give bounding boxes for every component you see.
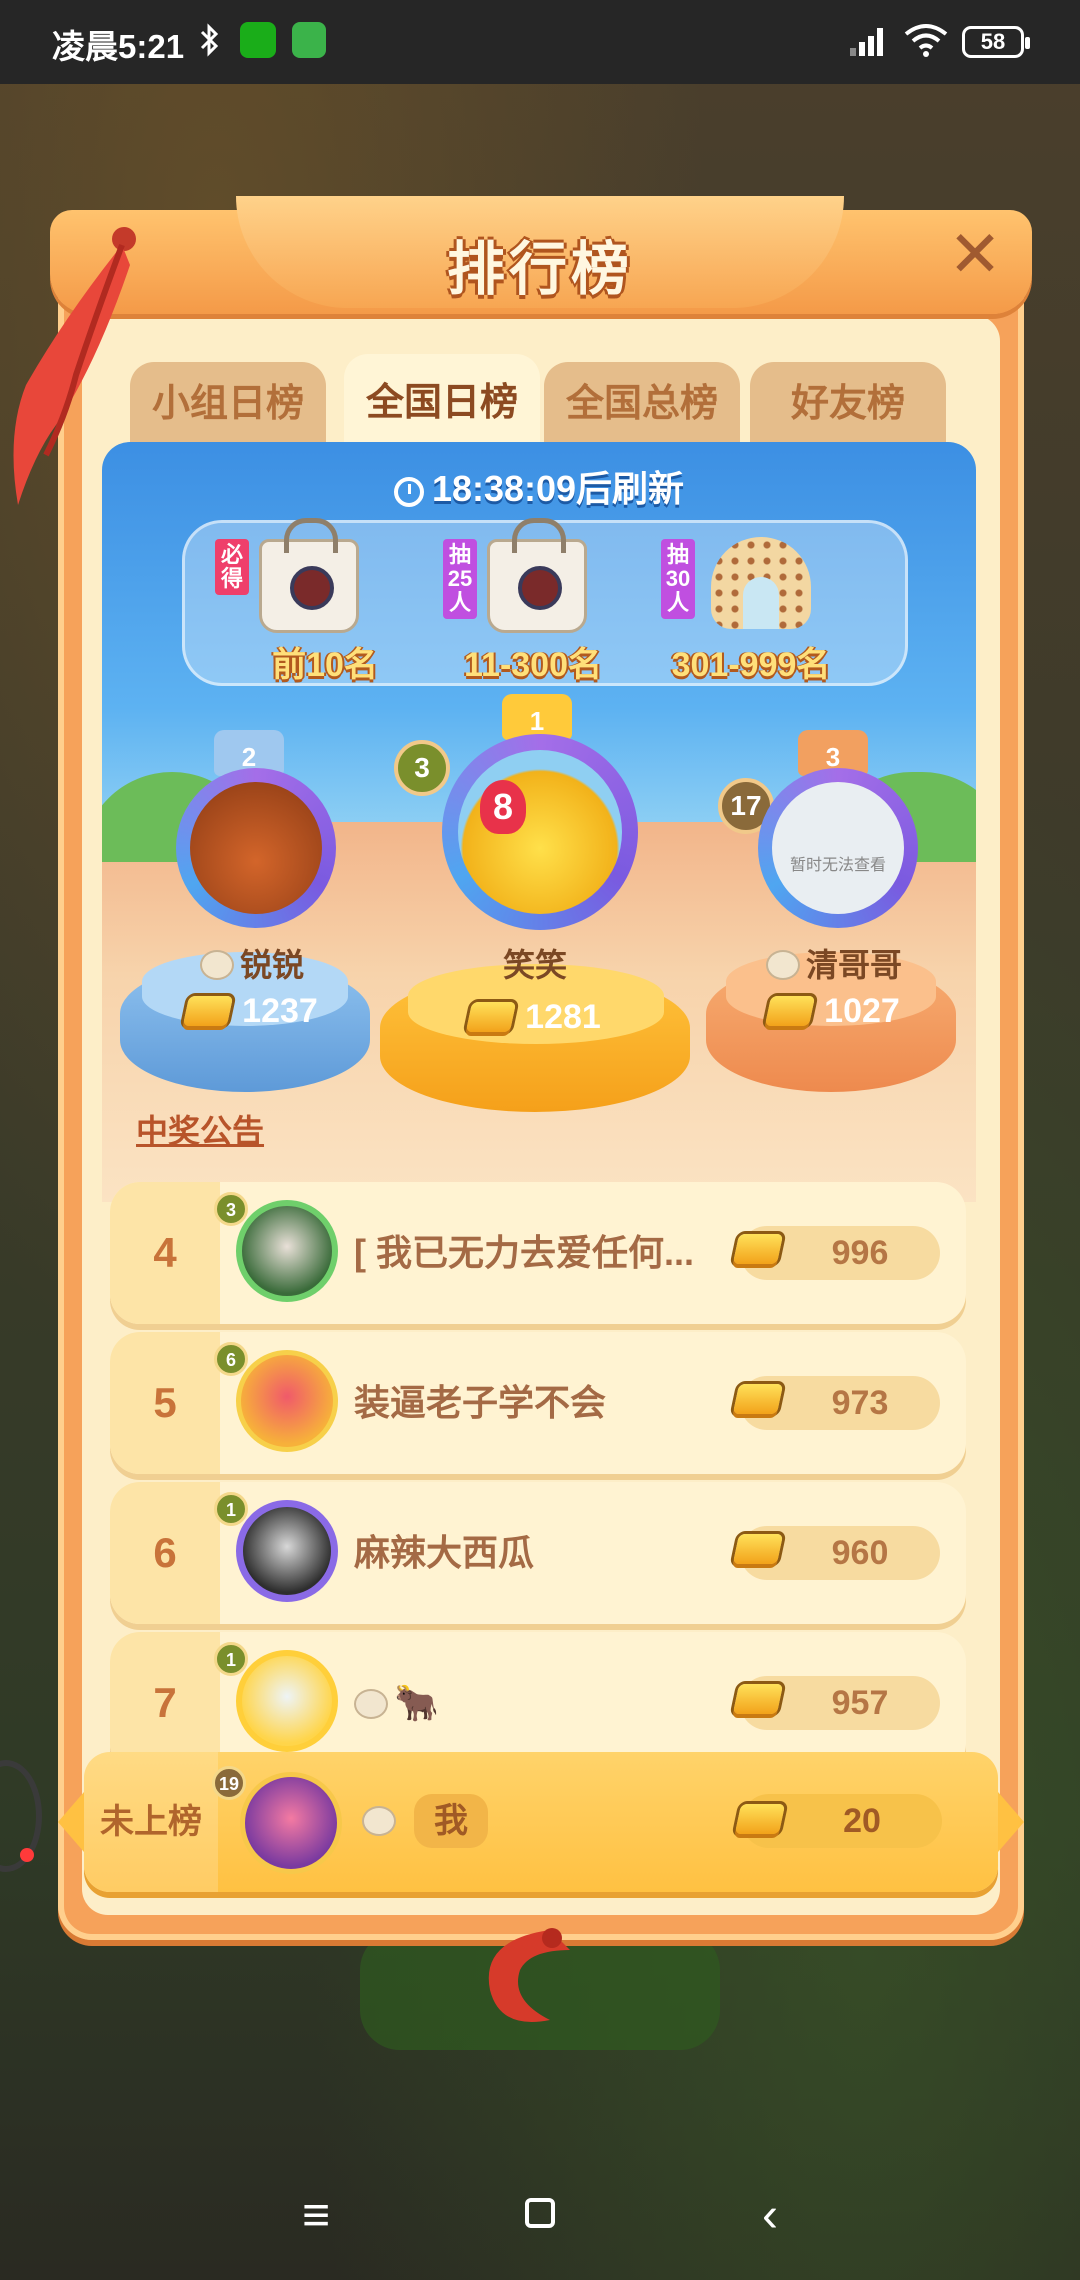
reward-label: 前10名 — [272, 646, 378, 684]
bear-avatar-icon — [190, 782, 322, 914]
app-icon — [292, 22, 326, 58]
name-text: 笑笑 — [502, 947, 567, 983]
my-name: 我 — [414, 1794, 488, 1848]
name-text: 清哥哥 — [805, 947, 902, 983]
podium-stage: 18:38:09后刷新 必得 前10名 抽25人 11-300名 抽30人 30… — [102, 442, 976, 1202]
tab-friends[interactable]: 好友榜 — [750, 362, 946, 448]
clock-icon — [393, 477, 424, 507]
level-badge: 6 — [214, 1342, 248, 1376]
wifi-icon — [904, 24, 948, 57]
rank-number: 6 — [110, 1482, 220, 1624]
wechat-icon — [240, 22, 276, 58]
avatar — [236, 1200, 338, 1302]
gold-icon — [764, 996, 816, 1026]
rabbit-icon — [765, 950, 800, 980]
status-time: 凌晨5:21 — [52, 28, 185, 65]
tab-group-daily[interactable]: 小组日榜 — [130, 362, 326, 448]
reward-label: 11-300名 — [464, 646, 602, 684]
avatar — [236, 1500, 338, 1602]
gold-icon — [465, 1002, 517, 1032]
rank-number: 4 — [110, 1182, 220, 1324]
tab-bar: 小组日榜 全国日榜 全国总榜 好友榜 — [130, 354, 950, 448]
podium-name: 清哥哥 — [724, 940, 944, 986]
score-text: 1027 — [824, 992, 900, 1030]
reward-label: 301-999名 — [671, 646, 831, 684]
ranking-row[interactable]: 4 3 [ 我已无力去爱任何... 996 — [110, 1182, 966, 1324]
name-text: 锐锐 — [239, 947, 304, 983]
avatar: 暂时无法查看 — [758, 768, 918, 928]
page-title: 排行榜 — [446, 237, 633, 302]
level-badge: 1 — [214, 1492, 248, 1526]
reward-banner: 必得 前10名 抽25人 11-300名 抽30人 301-999名 — [182, 518, 908, 686]
my-rank-label: 未上榜 — [84, 1752, 218, 1892]
podium-score: 1281 — [420, 998, 650, 1037]
refresh-timer: 18:38:09后刷新 — [102, 460, 976, 512]
ranking-row[interactable]: 5 6 装逼老子学不会 973 — [110, 1332, 966, 1474]
podium-score: 1027 — [724, 992, 944, 1031]
navigation-bar: ≡ ‹ — [0, 2160, 1080, 2280]
close-button[interactable]: ✕ — [940, 222, 1010, 292]
reward-top10[interactable]: 必得 前10名 — [215, 518, 425, 684]
back-icon[interactable]: ‹ — [740, 2186, 800, 2246]
refresh-text: 18:38:09后刷新 — [431, 468, 685, 509]
reward-301-999[interactable]: 抽30人 301-999名 — [661, 531, 871, 684]
bag-icon — [487, 518, 587, 633]
avatar-badge: 8 — [480, 780, 526, 834]
gold-icon — [732, 1684, 784, 1714]
gold-icon — [732, 1384, 784, 1414]
battery-icon: 58 — [962, 26, 1030, 58]
podium-score: 1237 — [142, 992, 362, 1031]
rabbit-icon — [362, 1806, 396, 1836]
avatar — [176, 768, 336, 928]
tab-national-daily[interactable]: 全国日榜 — [344, 354, 540, 448]
name-text: 🐂 — [394, 1682, 439, 1723]
reward-tag: 抽25人 — [443, 539, 477, 619]
score-text: 1281 — [525, 998, 601, 1036]
rank-number: 5 — [110, 1332, 220, 1474]
gold-icon — [732, 1534, 784, 1564]
bluetooth-icon — [200, 23, 219, 57]
winner-announcement-link[interactable]: 中奖公告 — [136, 1106, 264, 1152]
avatar — [236, 1650, 338, 1752]
status-bar: 凌晨5:21 58 — [0, 0, 1080, 84]
rabbit-icon — [354, 1689, 388, 1719]
score-text: 1237 — [242, 992, 318, 1030]
close-icon: ✕ — [948, 218, 1002, 290]
avatar — [236, 1350, 338, 1452]
avatar — [442, 734, 638, 930]
ribbon-decoration — [488, 1928, 570, 2022]
level-badge: 3 — [214, 1192, 248, 1226]
place-number: 1 — [529, 706, 545, 736]
gold-icon — [182, 996, 234, 1026]
my-ranking-row[interactable]: 未上榜 19 我 20 — [58, 1752, 1024, 1892]
avatar — [240, 1772, 342, 1874]
reward-tag: 抽30人 — [661, 539, 695, 619]
reward-tag: 必得 — [215, 539, 249, 595]
reward-11-300[interactable]: 抽25人 11-300名 — [443, 518, 653, 684]
gold-icon — [734, 1804, 786, 1834]
level-badge: 19 — [212, 1766, 246, 1800]
home-icon[interactable] — [510, 2186, 570, 2246]
ranking-row[interactable]: 6 1 麻辣大西瓜 960 — [110, 1482, 966, 1624]
level-badge: 3 — [394, 740, 450, 796]
chick-avatar-icon — [458, 750, 622, 914]
rabbit-icon — [199, 950, 234, 980]
signal-icon — [850, 28, 883, 56]
podium-name: 锐锐 — [142, 940, 362, 986]
podium-name: 笑笑 — [420, 940, 650, 986]
tab-national-total[interactable]: 全国总榜 — [544, 362, 740, 448]
level-badge: 1 — [214, 1642, 248, 1676]
menu-icon[interactable]: ≡ — [286, 2186, 346, 2246]
placeholder-avatar: 暂时无法查看 — [772, 782, 904, 914]
bag-icon — [259, 518, 359, 633]
pillow-icon — [711, 537, 811, 629]
gold-icon — [732, 1234, 784, 1264]
